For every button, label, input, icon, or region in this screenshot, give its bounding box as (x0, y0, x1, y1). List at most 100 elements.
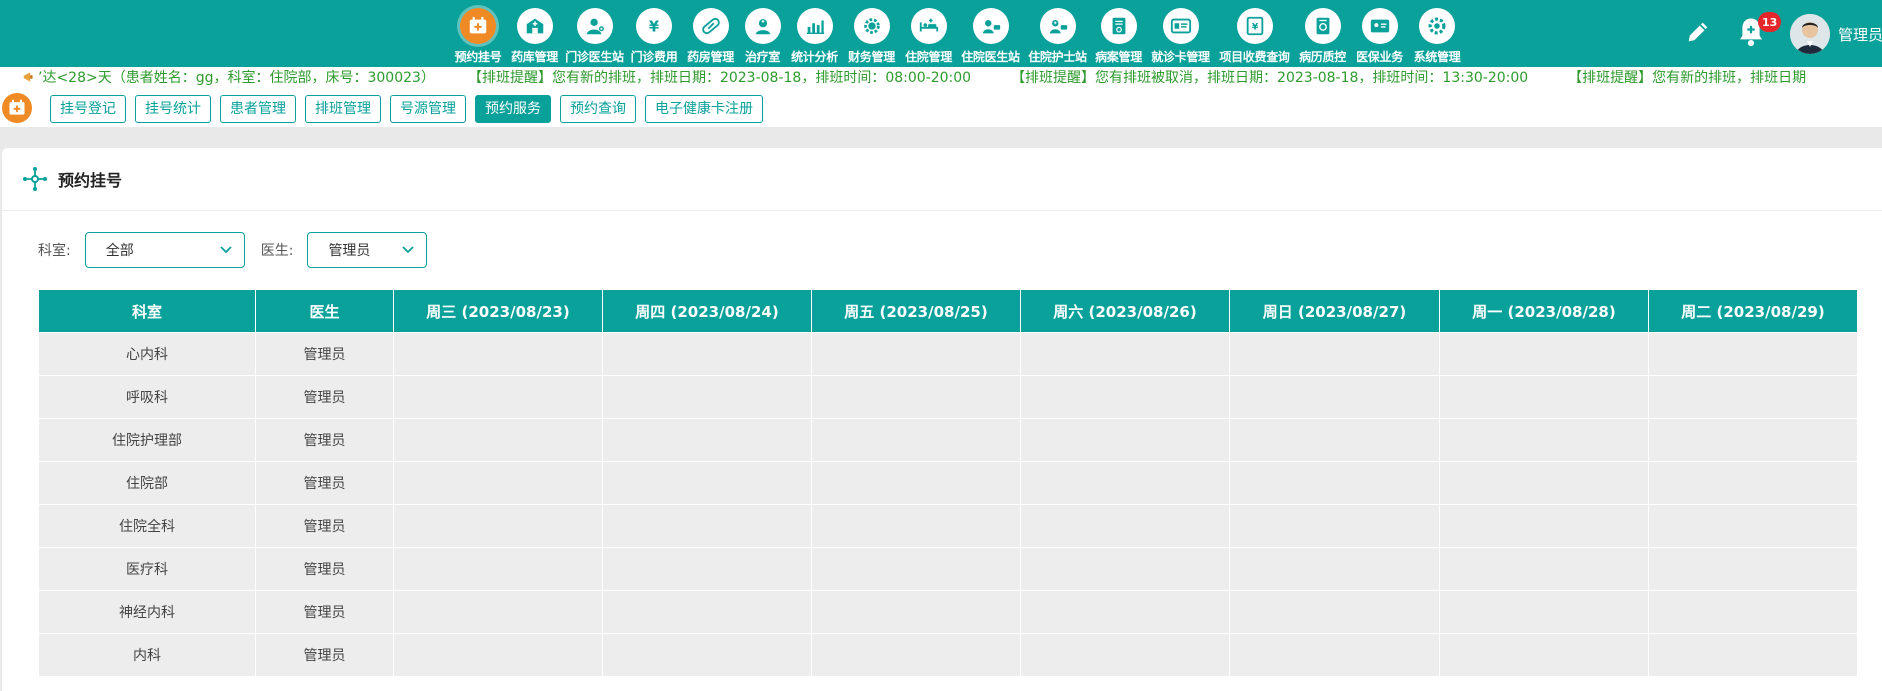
tab-2[interactable]: 患者管理 (220, 95, 296, 123)
schedule-slot-cell[interactable] (1648, 590, 1858, 634)
nav-item-label: 病案管理 (1095, 50, 1142, 64)
nav-item[interactable]: 财务管理 (843, 0, 900, 67)
schedule-slot-cell[interactable] (1648, 375, 1858, 419)
dept-cell: 心内科 (38, 332, 256, 376)
schedule-slot-cell[interactable] (393, 633, 603, 677)
schedule-slot-cell[interactable] (811, 461, 1021, 505)
schedule-slot-cell[interactable] (1439, 590, 1649, 634)
schedule-slot-cell[interactable] (1439, 633, 1649, 677)
tab-3[interactable]: 排班管理 (305, 95, 381, 123)
nav-item[interactable]: 病案管理 (1091, 0, 1146, 67)
schedule-slot-cell[interactable] (1229, 332, 1440, 376)
schedule-slot-cell[interactable] (393, 375, 603, 419)
schedule-slot-cell[interactable] (1020, 547, 1230, 591)
schedule-slot-cell[interactable] (602, 590, 812, 634)
nav-item[interactable]: 就诊卡管理 (1146, 0, 1215, 67)
schedule-slot-cell[interactable] (1229, 375, 1440, 419)
nav-item-label: 门诊医生站 (565, 50, 624, 64)
tab-0[interactable]: 挂号登记 (50, 95, 126, 123)
dept-select[interactable]: 全部 (84, 232, 245, 268)
schedule-slot-cell[interactable] (811, 633, 1021, 677)
schedule-slot-cell[interactable] (1020, 504, 1230, 548)
nav-item[interactable]: 治疗室 (739, 0, 786, 67)
table-row: 心内科 管理员 (38, 332, 1858, 376)
nav-item[interactable]: 门诊医生站 (563, 0, 626, 67)
nav-item-label: 项目收费查询 (1219, 50, 1290, 64)
schedule-slot-cell[interactable] (602, 633, 812, 677)
schedule-slot-cell[interactable] (1648, 461, 1858, 505)
schedule-slot-cell[interactable] (811, 418, 1021, 462)
schedule-slot-cell[interactable] (393, 461, 603, 505)
settings-icon (1419, 8, 1455, 44)
schedule-slot-cell[interactable] (1439, 375, 1649, 419)
schedule-slot-cell[interactable] (1229, 504, 1440, 548)
tab-5[interactable]: 预约服务 (475, 95, 551, 123)
card-header: 预约挂号 (2, 148, 1882, 211)
tab-6[interactable]: 预约查询 (560, 95, 636, 123)
nav-item[interactable]: 系统管理 (1408, 0, 1466, 67)
tab-4[interactable]: 号源管理 (390, 95, 466, 123)
doctor-cell: 管理员 (255, 547, 394, 591)
schedule-slot-cell[interactable] (1439, 418, 1649, 462)
nav-item[interactable]: 住院管理 (900, 0, 957, 67)
schedule-slot-cell[interactable] (1020, 332, 1230, 376)
tab-1[interactable]: 挂号统计 (135, 95, 211, 123)
schedule-slot-cell[interactable] (1648, 547, 1858, 591)
column-header: 周一 (2023/08/28) (1439, 289, 1649, 333)
schedule-slot-cell[interactable] (1229, 633, 1440, 677)
nav-item[interactable]: 药库管理 (506, 0, 563, 67)
schedule-slot-cell[interactable] (1439, 504, 1649, 548)
doctor-select[interactable]: 管理员 (307, 232, 428, 268)
schedule-slot-cell[interactable] (1020, 590, 1230, 634)
schedule-slot-cell[interactable] (811, 590, 1021, 634)
schedule-slot-cell[interactable] (811, 547, 1021, 591)
schedule-slot-cell[interactable] (1439, 547, 1649, 591)
bed-icon (910, 8, 947, 44)
schedule-slot-cell[interactable] (1229, 418, 1440, 462)
schedule-slot-cell[interactable] (1648, 504, 1858, 548)
schedule-slot-cell[interactable] (393, 418, 603, 462)
nav-item[interactable]: 住院医生站 (957, 0, 1024, 67)
schedule-slot-cell[interactable] (602, 547, 812, 591)
schedule-slot-cell[interactable] (602, 418, 812, 462)
schedule-slot-cell[interactable] (602, 332, 812, 376)
username[interactable]: 管理员 (1838, 24, 1882, 45)
schedule-slot-cell[interactable] (1648, 633, 1858, 677)
schedule-slot-cell[interactable] (1020, 418, 1230, 462)
avatar[interactable] (1790, 14, 1830, 54)
schedule-slot-cell[interactable] (811, 504, 1021, 548)
nav-item[interactable]: ¥ 项目收费查询 (1215, 0, 1294, 67)
tab-7[interactable]: 电子健康卡注册 (645, 95, 763, 123)
schedule-slot-cell[interactable] (1439, 332, 1649, 376)
nav-item[interactable]: 医保业务 (1351, 0, 1408, 67)
schedule-slot-cell[interactable] (1648, 418, 1858, 462)
schedule-slot-cell[interactable] (602, 504, 812, 548)
schedule-slot-cell[interactable] (602, 375, 812, 419)
schedule-slot-cell[interactable] (1020, 375, 1230, 419)
schedule-slot-cell[interactable] (602, 461, 812, 505)
schedule-slot-cell[interactable] (811, 332, 1021, 376)
schedule-slot-cell[interactable] (1648, 332, 1858, 376)
dept-label: 科室: (38, 243, 71, 259)
schedule-slot-cell[interactable] (393, 547, 603, 591)
sub-tab-bar: 挂号登记 挂号统计 患者管理 排班管理 号源管理 预约服务 预约查询 电子健康卡注册 (0, 89, 1882, 127)
schedule-slot-cell[interactable] (393, 590, 603, 634)
nav-item[interactable]: 病历质控 (1294, 0, 1351, 67)
schedule-slot-cell[interactable] (1020, 633, 1230, 677)
nav-item[interactable]: 住院护士站 (1024, 0, 1091, 67)
edit-icon[interactable] (1684, 18, 1712, 46)
schedule-slot-cell[interactable] (1439, 461, 1649, 505)
nav-item[interactable]: 预约挂号 (450, 0, 506, 67)
schedule-slot-cell[interactable] (393, 504, 603, 548)
nav-item[interactable]: 统计分析 (786, 0, 843, 67)
nav-item[interactable]: 药房管理 (682, 0, 739, 67)
schedule-slot-cell[interactable] (1020, 461, 1230, 505)
nav-item[interactable]: ¥ 门诊费用 (626, 0, 682, 67)
schedule-slot-cell[interactable] (1229, 461, 1440, 505)
notice-message: ’达<28>天（患者姓名：gg，科室：住院部，床号：300023） (38, 70, 435, 86)
schedule-slot-cell[interactable] (1229, 547, 1440, 591)
schedule-slot-cell[interactable] (393, 332, 603, 376)
schedule-slot-cell[interactable] (811, 375, 1021, 419)
schedule-slot-cell[interactable] (1229, 590, 1440, 634)
nav-item-label: 住院医生站 (961, 50, 1020, 64)
